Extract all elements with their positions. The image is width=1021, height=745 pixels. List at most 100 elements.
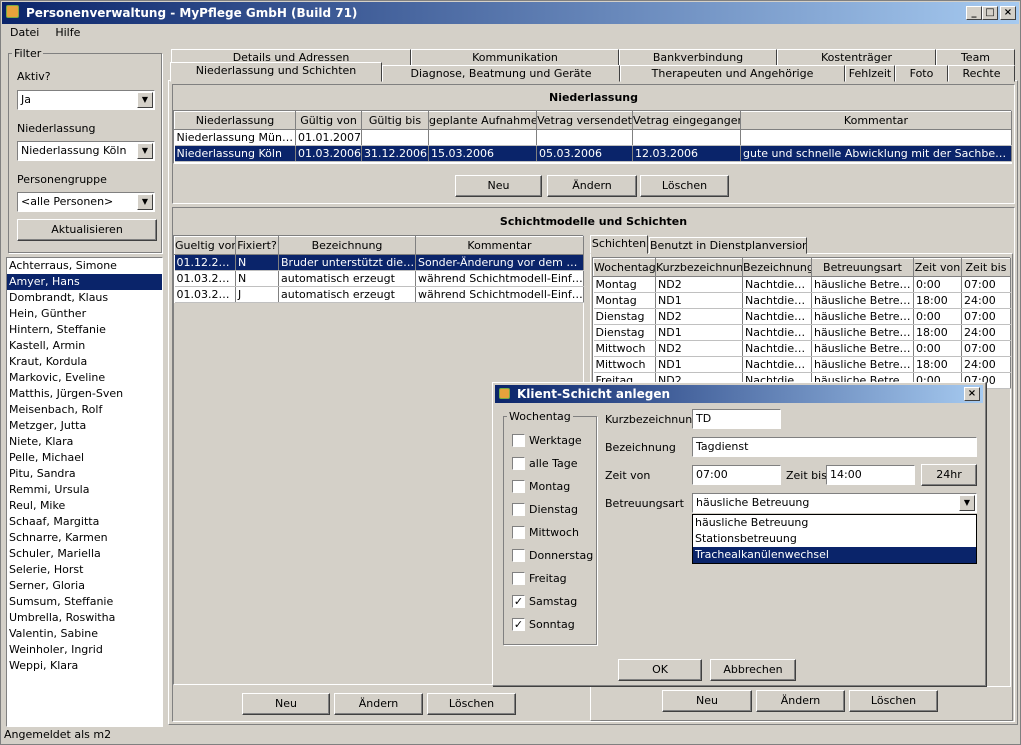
niederlassung-combo[interactable]: Niederlassung Köln ▼ <box>17 141 155 161</box>
tab-kommunikation[interactable]: Kommunikation <box>411 49 619 66</box>
tab-schichten[interactable]: Schichten <box>590 235 648 254</box>
schichtmodell-delete-button[interactable]: Löschen <box>427 693 516 715</box>
column-header[interactable]: Vetrag eingegangen <box>632 111 741 130</box>
chevron-down-icon[interactable]: ▼ <box>137 92 153 108</box>
chevron-down-icon[interactable]: ▼ <box>137 143 153 159</box>
person-list-item[interactable]: Schuler, Mariella <box>7 546 162 562</box>
tab-therapeuten-und-angehörige[interactable]: Therapeuten und Angehörige <box>620 65 845 82</box>
column-header[interactable]: geplante Aufnahme <box>428 111 537 130</box>
column-header[interactable]: Zeit bis <box>961 258 1011 277</box>
tab-dienstplanversionen[interactable]: Benutzt in Dienstplanversionen <box>649 237 807 254</box>
column-header[interactable]: Bezeichnung <box>742 258 812 277</box>
column-header[interactable]: Vetrag versendet <box>536 111 633 130</box>
person-list-item[interactable]: Reul, Mike <box>7 498 162 514</box>
zeit-bis-field[interactable]: 14:00 <box>826 465 915 485</box>
column-header[interactable]: Zeit von <box>913 258 962 277</box>
schichten-table[interactable]: Wochentag Kurzbezeichnung Bezeichnung Betre… <box>593 258 1011 389</box>
column-header[interactable]: Fixiert? <box>235 236 279 255</box>
schichtmodelle-table[interactable]: Gueltig von Fixiert? Bezeichnung Kommentar 0… <box>174 236 584 303</box>
person-list-item[interactable]: Markovic, Eveline <box>7 370 162 386</box>
table-row[interactable]: DienstagND2Nachtdienst 2häusliche Betreu… <box>593 308 1011 325</box>
maximize-button[interactable]: □ <box>982 6 998 20</box>
niederlassung-table[interactable]: Niederlassung Gültig von Gültig bis geplant… <box>174 111 1012 162</box>
table-row[interactable]: 01.12.2006NBruder unterstützt diesen...S… <box>174 254 584 271</box>
day-checkbox[interactable]: ✓ <box>512 618 525 631</box>
person-list-item[interactable]: Kastell, Armin <box>7 338 162 354</box>
betreuungsart-option[interactable]: häusliche Betreuung <box>693 515 976 531</box>
person-list-item[interactable]: Serner, Gloria <box>7 578 162 594</box>
aktualisieren-button[interactable]: Aktualisieren <box>17 219 157 241</box>
tab-bankverbindung[interactable]: Bankverbindung <box>619 49 777 66</box>
day-checkbox[interactable] <box>512 526 525 539</box>
bezeichnung-field[interactable]: Tagdienst <box>692 437 977 457</box>
person-list-item[interactable]: Weinholer, Ingrid <box>7 642 162 658</box>
niederlassung-delete-button[interactable]: Löschen <box>640 175 729 197</box>
tab-fehlzeit[interactable]: Fehlzeit <box>845 65 895 82</box>
minimize-button[interactable]: _ <box>966 6 982 20</box>
schicht-edit-button[interactable]: Ändern <box>756 690 845 712</box>
schichtmodell-edit-button[interactable]: Ändern <box>334 693 423 715</box>
person-list-item[interactable]: Kraut, Kordula <box>7 354 162 370</box>
person-list-item[interactable]: Metzger, Jutta <box>7 418 162 434</box>
person-list-item[interactable]: Achterraus, Simone <box>7 258 162 274</box>
column-header[interactable]: Gueltig von <box>174 236 236 255</box>
close-button[interactable]: × <box>1000 6 1016 20</box>
zeit-von-field[interactable]: 07:00 <box>692 465 781 485</box>
chevron-down-icon[interactable]: ▼ <box>959 495 975 511</box>
person-list-item[interactable]: Schnarre, Karmen <box>7 530 162 546</box>
day-checkbox[interactable] <box>512 457 525 470</box>
day-checkbox[interactable] <box>512 549 525 562</box>
person-list[interactable]: Achterraus, Simone Amyer, Hans Dombrandt, … <box>6 257 163 727</box>
niederlassung-new-button[interactable]: Neu <box>455 175 542 197</box>
betreuungsart-option[interactable]: Trachealkanülenwechsel <box>693 547 976 563</box>
table-row[interactable]: MontagND1Nachtdienst 1häusliche Betreuun… <box>593 292 1011 309</box>
person-list-item[interactable]: Sumsum, Steffanie <box>7 594 162 610</box>
person-list-item[interactable]: Hintern, Steffanie <box>7 322 162 338</box>
schicht-delete-button[interactable]: Löschen <box>849 690 938 712</box>
tab-foto[interactable]: Foto <box>895 65 948 82</box>
chevron-down-icon[interactable]: ▼ <box>137 194 153 210</box>
column-header[interactable]: Kommentar <box>740 111 1012 130</box>
tab-diagnose-beatmung-und-geräte[interactable]: Diagnose, Beatmung und Geräte <box>382 65 620 82</box>
day-checkbox[interactable]: ✓ <box>512 595 525 608</box>
tab-team[interactable]: Team <box>936 49 1015 66</box>
person-list-item[interactable]: Matthis, Jürgen-Sven <box>7 386 162 402</box>
day-checkbox[interactable] <box>512 480 525 493</box>
person-list-item[interactable]: Pelle, Michael <box>7 450 162 466</box>
day-checkbox[interactable] <box>512 434 525 447</box>
table-row[interactable]: MontagND2Nachtdienst 2häusliche Betreuun… <box>593 276 1011 293</box>
person-list-item[interactable]: Hein, Günther <box>7 306 162 322</box>
person-list-item[interactable]: Selerie, Horst <box>7 562 162 578</box>
column-header[interactable]: Bezeichnung <box>278 236 416 255</box>
24hr-button[interactable]: 24hr <box>921 464 977 486</box>
day-checkbox[interactable] <box>512 503 525 516</box>
column-header[interactable]: Kommentar <box>415 236 584 255</box>
person-list-item[interactable]: Remmi, Ursula <box>7 482 162 498</box>
aktiv-combo[interactable]: Ja ▼ <box>17 90 155 110</box>
person-list-item[interactable]: Weppi, Klara <box>7 658 162 674</box>
person-list-item[interactable]: Dombrandt, Klaus <box>7 290 162 306</box>
column-header[interactable]: Gültig bis <box>361 111 429 130</box>
betreuungsart-combo[interactable]: häusliche Betreuung ▼ <box>692 493 977 513</box>
person-list-item[interactable]: Pitu, Sandra <box>7 466 162 482</box>
tab-kostenträger[interactable]: Kostenträger <box>777 49 936 66</box>
table-row[interactable]: Niederlassung Köln 01.03.2006 31.12.2006 15… <box>174 145 1012 162</box>
column-header[interactable]: Niederlassung <box>174 111 296 130</box>
menu-hilfe[interactable]: Hilfe <box>47 24 88 42</box>
day-checkbox[interactable] <box>512 572 525 585</box>
schichtmodell-new-button[interactable]: Neu <box>242 693 330 715</box>
column-header[interactable]: Wochentag <box>593 258 656 277</box>
betreuungsart-dropdown[interactable]: häusliche Betreuung Stationsbetreuung Trac… <box>692 514 977 564</box>
person-list-item[interactable]: Valentin, Sabine <box>7 626 162 642</box>
column-header[interactable]: Kurzbezeichnung <box>655 258 743 277</box>
person-list-item[interactable]: Umbrella, Roswitha <box>7 610 162 626</box>
person-list-item[interactable]: Niete, Klara <box>7 434 162 450</box>
person-list-item[interactable]: Schaaf, Margitta <box>7 514 162 530</box>
tab-niederlassung-und-schichten[interactable]: Niederlassung und Schichten <box>170 62 382 82</box>
person-list-item[interactable]: Meisenbach, Rolf <box>7 402 162 418</box>
personengruppe-combo[interactable]: <alle Personen> ▼ <box>17 192 155 212</box>
table-row[interactable]: 01.03.2006 Nautomatisch erzeugt während Sc… <box>174 270 584 287</box>
tab-rechte[interactable]: Rechte <box>948 65 1015 82</box>
table-row[interactable]: DienstagND1Nachtdienst 1häusliche Betreu… <box>593 324 1011 341</box>
menu-datei[interactable]: Datei <box>2 24 47 42</box>
